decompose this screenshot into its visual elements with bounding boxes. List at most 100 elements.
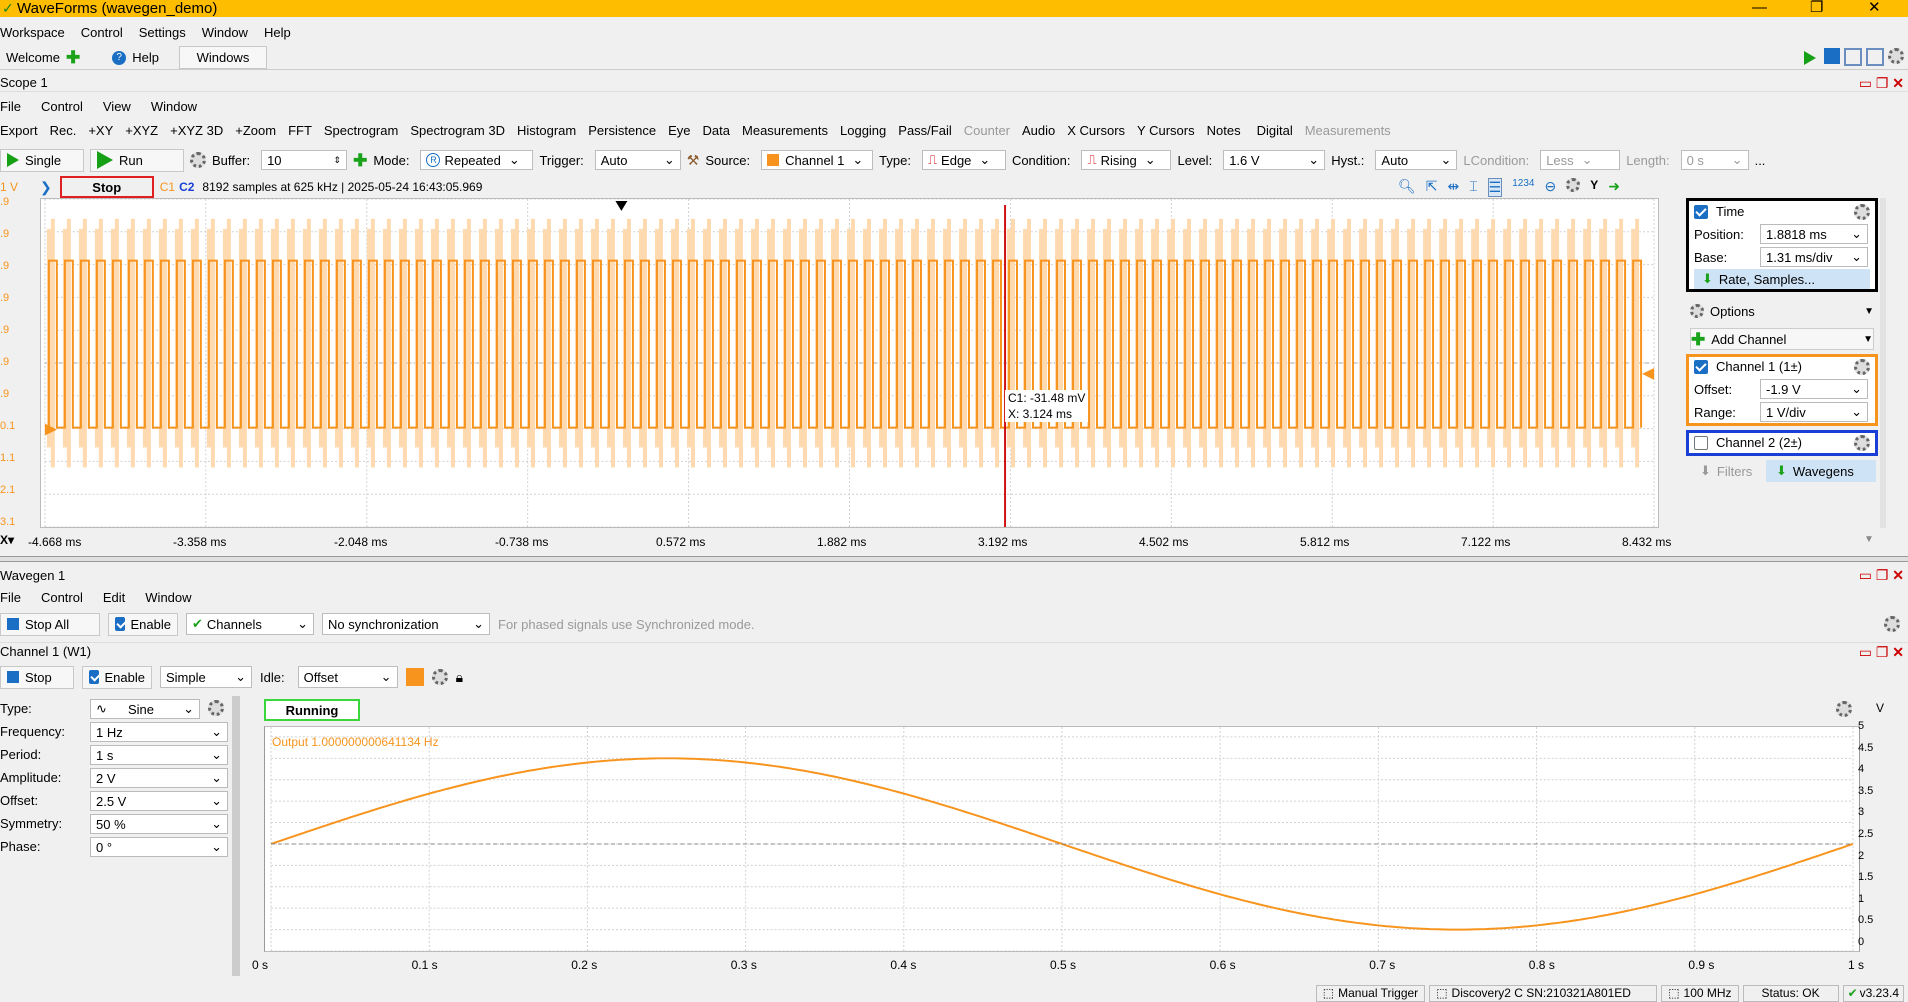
layout2-icon[interactable]: [1866, 48, 1884, 66]
run-button[interactable]: Run: [90, 148, 184, 172]
scope-toolbar-item[interactable]: Measurements: [742, 123, 828, 138]
zoom-icon[interactable]: 🔍︎: [1398, 178, 1416, 197]
scope-menu-control[interactable]: Control: [41, 99, 83, 114]
run-all-icon[interactable]: [1804, 51, 1816, 65]
param-field[interactable]: 2 V: [90, 768, 228, 788]
wavegen-menu-control[interactable]: Control: [41, 590, 83, 605]
menu-settings[interactable]: Settings: [139, 25, 186, 40]
zoom-out-icon[interactable]: ⊖: [1544, 178, 1556, 197]
scope-toolbar-item[interactable]: Digital: [1257, 123, 1293, 138]
tab-help[interactable]: ? Help: [106, 46, 165, 69]
mode-select[interactable]: R Repeated: [420, 150, 534, 170]
clock-info[interactable]: ⬚ 100 MHz: [1661, 984, 1739, 1002]
trigger-select[interactable]: Auto: [594, 150, 681, 170]
channel1-gear-icon[interactable]: [1854, 359, 1870, 375]
device-info[interactable]: ⬚ Discovery2 C SN:210321A801ED: [1429, 984, 1658, 1002]
manual-trigger-button[interactable]: ⬚ Manual Trigger: [1315, 984, 1426, 1002]
scope-toolbar-item[interactable]: Measurements: [1305, 123, 1391, 138]
minimize-button[interactable]: —: [1752, 0, 1767, 15]
tab-windows[interactable]: Windows: [178, 46, 267, 69]
time-gear-icon[interactable]: [1854, 204, 1870, 220]
vcursor-icon[interactable]: ⌶: [1469, 178, 1477, 197]
param-field[interactable]: 1 s: [90, 745, 228, 765]
menu-window[interactable]: Window: [202, 25, 248, 40]
hcursor-icon[interactable]: ⇹: [1448, 178, 1460, 197]
scope-toolbar-item[interactable]: Y Cursors: [1137, 123, 1195, 138]
scope-expand-icon[interactable]: ❯: [40, 179, 52, 196]
layout-icon[interactable]: [1844, 48, 1862, 66]
scope-toolbar-item[interactable]: FFT: [288, 123, 312, 138]
more-button[interactable]: ...: [1755, 153, 1766, 168]
wavegen-plot[interactable]: [264, 726, 1860, 952]
wavegen-menu-edit[interactable]: Edit: [103, 590, 125, 605]
param-field[interactable]: 2.5 V: [90, 791, 228, 811]
maximize-button[interactable]: ❐: [1810, 0, 1823, 15]
scope-toolbar-item[interactable]: Spectrogram: [324, 123, 398, 138]
scope-menu-view[interactable]: View: [103, 99, 131, 114]
hammer-icon[interactable]: ⚒: [687, 152, 700, 169]
menu-control[interactable]: Control: [81, 25, 123, 40]
param-field[interactable]: ∿ Sine: [90, 699, 200, 719]
single-button[interactable]: Single: [0, 148, 84, 172]
scope-toolbar-item[interactable]: Data: [703, 123, 730, 138]
y-arrow-icon[interactable]: ➜: [1608, 178, 1620, 197]
c2-label[interactable]: C2: [179, 180, 194, 194]
scope-toolbar-item[interactable]: +Zoom: [235, 123, 276, 138]
length-select[interactable]: 0 s: [1680, 150, 1749, 170]
channel2-checkbox[interactable]: [1694, 435, 1708, 450]
lcondition-select[interactable]: Less: [1540, 150, 1621, 170]
channel2-gear-icon[interactable]: [1854, 435, 1870, 451]
params-scrollbar[interactable]: [232, 696, 240, 976]
scope-toolbar-item[interactable]: Eye: [668, 123, 690, 138]
stop-all-button[interactable]: Stop All: [0, 612, 100, 636]
c1-label[interactable]: C1: [160, 180, 175, 194]
tab-welcome[interactable]: Welcome ✚: [0, 46, 87, 69]
condition-select[interactable]: ⎍ Rising: [1081, 150, 1172, 170]
version-info[interactable]: ✔ v3.23.4: [1842, 984, 1904, 1002]
scope-toolbar-item[interactable]: +XYZ 3D: [170, 123, 223, 138]
y-axis-label[interactable]: Y: [1590, 178, 1598, 197]
scope-plot-gear-icon[interactable]: [1566, 178, 1581, 192]
scope-settings-icon[interactable]: [190, 152, 206, 168]
scope-menu-window[interactable]: Window: [151, 99, 197, 114]
channel-gear-icon[interactable]: [431, 669, 448, 685]
enable-toggle[interactable]: Enable: [108, 612, 178, 636]
menu-help[interactable]: Help: [264, 25, 291, 40]
rate-samples-button[interactable]: ⬇ Rate, Samples...: [1694, 269, 1870, 289]
wavegen-gear-icon[interactable]: [1884, 616, 1900, 632]
channel1-checkbox[interactable]: [1694, 359, 1708, 374]
scope-toolbar-item[interactable]: +XYZ: [125, 123, 158, 138]
idle-select[interactable]: Offset: [297, 666, 398, 688]
range-field[interactable]: 1 V/div: [1760, 402, 1868, 422]
color-swatch-icon[interactable]: [405, 668, 424, 686]
scope-toolbar-item[interactable]: Counter: [964, 123, 1010, 138]
cursor-icon[interactable]: ⇱: [1426, 178, 1438, 197]
scope-toolbar-item[interactable]: X Cursors: [1067, 123, 1125, 138]
panel-scroll-down-icon[interactable]: ▼: [1864, 534, 1874, 545]
scope-close-icon[interactable]: ✕: [1892, 75, 1904, 91]
scope-toolbar-item[interactable]: Pass/Fail: [898, 123, 951, 138]
type-gear-icon[interactable]: [208, 700, 224, 716]
splitter[interactable]: [0, 556, 1908, 562]
hyst-select[interactable]: Auto: [1375, 150, 1458, 170]
scope-toolbar-item[interactable]: Audio: [1022, 123, 1055, 138]
wavegen-menu-window[interactable]: Window: [145, 590, 191, 605]
sync-select[interactable]: No synchronization: [322, 613, 490, 635]
channel-enable-toggle[interactable]: Enable: [82, 665, 152, 689]
source-select[interactable]: Channel 1: [761, 150, 874, 170]
scope-menu-file[interactable]: File: [0, 99, 21, 114]
param-field[interactable]: 1 Hz: [90, 722, 228, 742]
close-button[interactable]: ✕: [1868, 0, 1881, 15]
offset-field[interactable]: -1.9 V: [1760, 379, 1868, 399]
panel-scrollbar[interactable]: [1880, 198, 1886, 528]
scope-toolbar-item[interactable]: Notes: [1207, 123, 1241, 138]
lock-icon[interactable]: 🔒︎: [456, 669, 463, 686]
numbers-icon[interactable]: 1234: [1512, 178, 1534, 197]
add-channel-row[interactable]: ✚ Add Channel ▼: [1690, 328, 1874, 350]
level-select[interactable]: 1.6 V: [1223, 150, 1326, 170]
scope-toolbar-item[interactable]: +XY: [88, 123, 113, 138]
channel1-close-icon[interactable]: ✕: [1892, 644, 1904, 660]
scope-toolbar-item[interactable]: Export: [0, 123, 38, 138]
wavegen-close-icon[interactable]: ✕: [1892, 567, 1904, 583]
plot-gear-icon[interactable]: [1836, 701, 1852, 717]
